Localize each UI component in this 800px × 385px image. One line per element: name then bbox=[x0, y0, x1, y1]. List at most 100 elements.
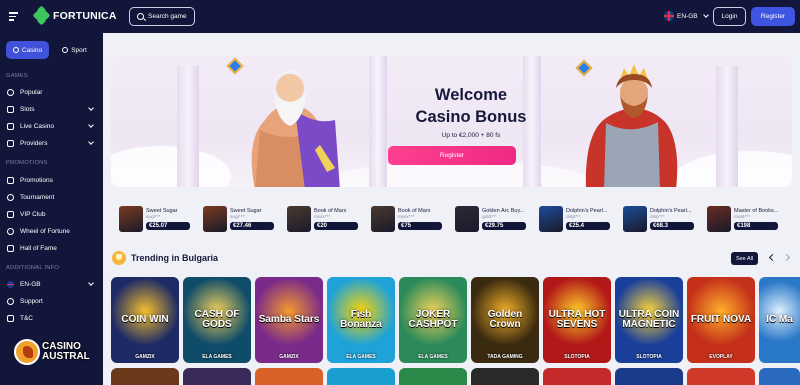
sidebar-item-hall-of-fame[interactable]: Hall of Fame bbox=[7, 242, 93, 254]
sidebar-item-tournament[interactable]: Tournament bbox=[7, 191, 93, 203]
crown-icon bbox=[7, 210, 14, 218]
win-user: dolp*** bbox=[566, 215, 581, 220]
sidebar-item-label: Tournament bbox=[20, 193, 55, 201]
brand-logo[interactable]: FORTUNICA bbox=[32, 5, 117, 26]
hero-register-button[interactable]: Register bbox=[388, 146, 516, 165]
game-thumbnail bbox=[203, 206, 227, 232]
hero-title-line1: Welcome bbox=[434, 86, 508, 104]
game-tile[interactable] bbox=[399, 368, 467, 385]
chevron-right-icon[interactable] bbox=[782, 253, 791, 262]
sidebar-item-popular[interactable]: Popular bbox=[7, 86, 93, 98]
hero-title-line2: Casino Bonus bbox=[415, 108, 527, 126]
game-tile[interactable]: Fish Bonanza ELA GAMES bbox=[327, 277, 395, 363]
brand-name: FORTUNICA bbox=[53, 10, 117, 22]
win-amount: €68.3 bbox=[650, 222, 694, 230]
game-tile[interactable]: CASH OF GODS ELA GAMES bbox=[183, 277, 251, 363]
casino-icon bbox=[12, 47, 19, 53]
win-game-name: Dolphin's Pearl... bbox=[566, 208, 608, 214]
support-icon bbox=[7, 297, 14, 305]
sidebar-item-label: Promotions bbox=[20, 176, 53, 184]
win-game-name: Sweet Sugar bbox=[230, 208, 262, 214]
hero-subtitle: Up to €2,000 + 80 fs bbox=[441, 132, 501, 139]
tab-sport[interactable]: Sport bbox=[53, 41, 96, 59]
win-game-name: Book of Marx bbox=[398, 208, 431, 214]
welcome-bonus-banner[interactable]: Welcome Casino Bonus Up to €2,000 + 80 f… bbox=[111, 56, 792, 187]
game-tile[interactable]: ULTRA COIN MAGNETIC SLOTOPIA bbox=[615, 277, 683, 363]
game-tile[interactable] bbox=[183, 368, 251, 385]
game-tile[interactable]: Golden Crown TADA GAMING bbox=[471, 277, 539, 363]
win-user: gold*** bbox=[482, 215, 497, 220]
chevron-down-icon bbox=[702, 12, 709, 18]
menu-icon[interactable] bbox=[9, 12, 18, 21]
sidebar-item-tc[interactable]: T&C bbox=[7, 312, 93, 324]
win-card[interactable]: Dolphin's Pearl... dolp*** €68.3 bbox=[623, 204, 703, 234]
win-card[interactable]: Dolphin's Pearl... dolp*** €25.4 bbox=[539, 204, 619, 234]
win-amount: €75 bbox=[398, 222, 442, 230]
chevron-down-icon bbox=[88, 280, 94, 286]
tab-sport-label: Sport bbox=[71, 46, 87, 54]
top-bar: FORTUNICA Search game EN-GB Login Regist… bbox=[0, 0, 800, 33]
win-card[interactable]: Golden Arc Buy... gold*** €29.75 bbox=[455, 204, 535, 234]
win-card[interactable]: Book of Marx marx*** €75 bbox=[371, 204, 451, 234]
game-provider: ELA GAMES bbox=[346, 354, 376, 360]
kangaroo-logo-icon bbox=[14, 339, 40, 365]
sidebar-item-label: Providers bbox=[20, 139, 48, 147]
game-tile[interactable] bbox=[759, 368, 800, 385]
chevron-down-icon bbox=[88, 139, 94, 145]
game-tile[interactable] bbox=[543, 368, 611, 385]
register-button[interactable]: Register bbox=[751, 7, 795, 26]
slots-icon bbox=[7, 105, 14, 113]
search-button[interactable]: Search game bbox=[129, 7, 195, 26]
language-label: EN-GB bbox=[677, 12, 698, 20]
game-tile[interactable] bbox=[615, 368, 683, 385]
sidebar-item-vip-club[interactable]: VIP Club bbox=[7, 208, 93, 220]
sidebar-item-providers[interactable]: Providers bbox=[7, 137, 94, 149]
win-game-name: Golden Arc Buy... bbox=[482, 208, 525, 214]
grid-icon bbox=[7, 139, 14, 147]
game-tile[interactable] bbox=[327, 368, 395, 385]
game-tile[interactable] bbox=[687, 368, 755, 385]
tab-casino[interactable]: Casino bbox=[6, 41, 49, 59]
game-tile[interactable]: ULTRA HOT SEVENS SLOTOPIA bbox=[543, 277, 611, 363]
mode-toggle: Casino Sport bbox=[6, 41, 96, 59]
win-game-name: Master of Books... bbox=[734, 208, 779, 214]
sidebar-item-live-casino[interactable]: Live Casino bbox=[7, 120, 94, 132]
sidebar-item-label: Hall of Fame bbox=[20, 244, 57, 252]
game-title: ULTRA HOT SEVENS bbox=[548, 309, 606, 330]
win-card[interactable]: Master of Books... mast*** €198 bbox=[707, 204, 787, 234]
game-title: Samba Stars bbox=[258, 314, 320, 325]
section-promotions: PROMOTIONS bbox=[6, 160, 48, 166]
sidebar-item-label: Support bbox=[20, 297, 43, 305]
win-card[interactable]: Book of Marx marx*** €20 bbox=[287, 204, 367, 234]
cards-icon bbox=[7, 122, 14, 130]
game-title: FRUIT NOVA bbox=[690, 314, 752, 325]
sidebar-item-slots[interactable]: Slots bbox=[7, 103, 94, 115]
game-tile[interactable] bbox=[471, 368, 539, 385]
see-all-button[interactable]: See All bbox=[731, 252, 758, 265]
sidebar-item-language[interactable]: EN-GB bbox=[7, 278, 94, 290]
win-amount: €198 bbox=[734, 222, 778, 230]
game-tile[interactable]: COIN WIN GAMZIX bbox=[111, 277, 179, 363]
game-tile[interactable]: Samba Stars GAMZIX bbox=[255, 277, 323, 363]
sidebar-item-promotions[interactable]: Promotions bbox=[7, 174, 93, 186]
game-tile[interactable]: JOKER CASHPOT ELA GAMES bbox=[399, 277, 467, 363]
game-title: COIN WIN bbox=[121, 314, 169, 325]
game-tile[interactable] bbox=[111, 368, 179, 385]
win-user: marx*** bbox=[314, 215, 331, 220]
sidebar-item-wheel-of-fortune[interactable]: Wheel of Fortune bbox=[7, 225, 93, 237]
game-provider: SLOTOPIA bbox=[564, 354, 590, 360]
sidebar-item-label: EN-GB bbox=[20, 280, 41, 288]
chevron-left-icon[interactable] bbox=[768, 253, 777, 262]
medal-icon bbox=[7, 244, 14, 252]
game-tile[interactable]: FRUIT NOVA EVOPLAY bbox=[687, 277, 755, 363]
game-tile[interactable] bbox=[255, 368, 323, 385]
win-card[interactable]: Sweet Sugar sugi*** €27.46 bbox=[203, 204, 283, 234]
game-tile[interactable]: IC Ma bbox=[759, 277, 800, 363]
login-button[interactable]: Login bbox=[713, 7, 746, 26]
sidebar: Casino Sport GAMES Popular Slots Live Ca… bbox=[0, 33, 103, 385]
chevron-down-icon bbox=[88, 105, 94, 111]
uk-flag-icon bbox=[7, 280, 14, 288]
sidebar-item-support[interactable]: Support bbox=[7, 295, 93, 307]
win-card[interactable]: Sweet Sugar sugi*** €25.07 bbox=[119, 204, 199, 234]
language-selector[interactable]: EN-GB bbox=[664, 11, 709, 21]
